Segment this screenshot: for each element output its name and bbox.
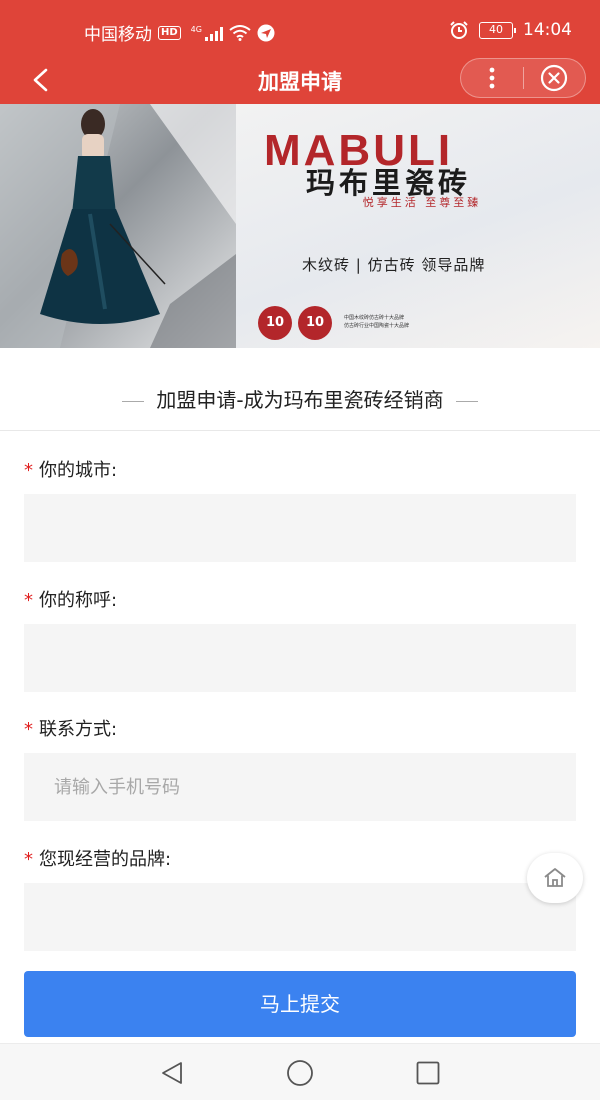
back-button[interactable]	[24, 62, 60, 98]
award-line: 中国木纹砖仿古砖十大品牌	[344, 315, 405, 321]
contact-label: * 联系方式:	[24, 715, 117, 741]
award-badge: 10	[298, 306, 332, 340]
name-label-text: 你的称呼:	[39, 590, 118, 611]
violinist-figure	[0, 104, 236, 348]
award-line: 仿古砖行业中国陶瓷十大品牌	[344, 323, 410, 329]
location-send-icon	[257, 24, 275, 41]
alarm-icon	[450, 21, 468, 39]
required-mark: *	[24, 460, 33, 481]
banner-brand-panel: MABULI 玛布里瓷砖 悦享生活 至尊至臻 木纹砖 | 仿古砖 领导品牌 10…	[236, 104, 600, 348]
system-nav-bar	[0, 1043, 600, 1100]
status-right: 40 14:04	[449, 20, 572, 40]
current-brand-input[interactable]	[24, 883, 576, 951]
close-circle-icon	[541, 64, 568, 92]
status-bar: 中国移动 HD 4G 40 14:04	[0, 0, 600, 58]
award-badge: 10	[258, 306, 292, 340]
more-button[interactable]	[461, 59, 523, 97]
hd-badge: HD	[158, 25, 181, 40]
nav-recents-icon	[416, 1061, 440, 1085]
app-header: 加盟申请	[0, 58, 600, 104]
brand-label: * 您现经营的品牌:	[24, 845, 171, 871]
form-heading: 加盟申请-成为玛布里瓷砖经销商	[0, 384, 600, 413]
phone-input[interactable]	[24, 753, 576, 821]
wifi-icon	[229, 24, 251, 41]
battery-level: 40	[489, 22, 503, 36]
brand-tagline: 木纹砖 | 仿古砖 领导品牌	[302, 256, 486, 274]
required-mark: *	[24, 719, 33, 740]
more-icon	[489, 67, 495, 89]
mini-program-capsule	[460, 58, 586, 98]
home-icon	[544, 868, 566, 887]
name-label: * 你的称呼:	[24, 586, 117, 612]
network-type: 4G	[190, 24, 202, 34]
brand-label-text: 您现经营的品牌:	[39, 849, 172, 870]
contact-label-text: 联系方式:	[39, 719, 118, 740]
city-input[interactable]	[24, 494, 576, 562]
form-heading-text: 加盟申请-成为玛布里瓷砖经销商	[156, 388, 444, 412]
signal-icon: 4G	[191, 25, 223, 41]
nav-back-button[interactable]	[157, 1058, 187, 1088]
required-mark: *	[24, 590, 33, 611]
city-label-text: 你的城市:	[39, 460, 118, 481]
brand-banner: MABULI 玛布里瓷砖 悦享生活 至尊至臻 木纹砖 | 仿古砖 领导品牌 10…	[0, 104, 600, 348]
nav-home-icon	[287, 1060, 313, 1086]
home-floating-button[interactable]	[527, 853, 583, 903]
status-left: 中国移动 HD 4G	[84, 20, 275, 45]
required-mark: *	[24, 849, 33, 870]
clock: 14:04	[523, 20, 572, 40]
battery-icon: 40	[479, 21, 516, 39]
banner-photo	[0, 104, 236, 348]
carrier-name: 中国移动	[84, 25, 152, 45]
submit-button[interactable]: 马上提交	[24, 971, 576, 1037]
back-icon	[33, 68, 48, 92]
close-button[interactable]	[523, 59, 585, 97]
city-label: * 你的城市:	[24, 456, 117, 482]
nav-recents-button[interactable]	[413, 1058, 443, 1088]
nav-home-button[interactable]	[285, 1058, 315, 1088]
award-caption: 中国木纹砖仿古砖十大品牌 仿古砖行业中国陶瓷十大品牌	[344, 314, 409, 330]
section-divider	[0, 430, 600, 431]
nav-back-icon	[162, 1062, 182, 1084]
heading-dash	[122, 401, 145, 402]
name-input[interactable]	[24, 624, 576, 692]
heading-dash	[455, 401, 478, 402]
brand-slogan: 悦享生活 至尊至臻	[362, 196, 482, 209]
